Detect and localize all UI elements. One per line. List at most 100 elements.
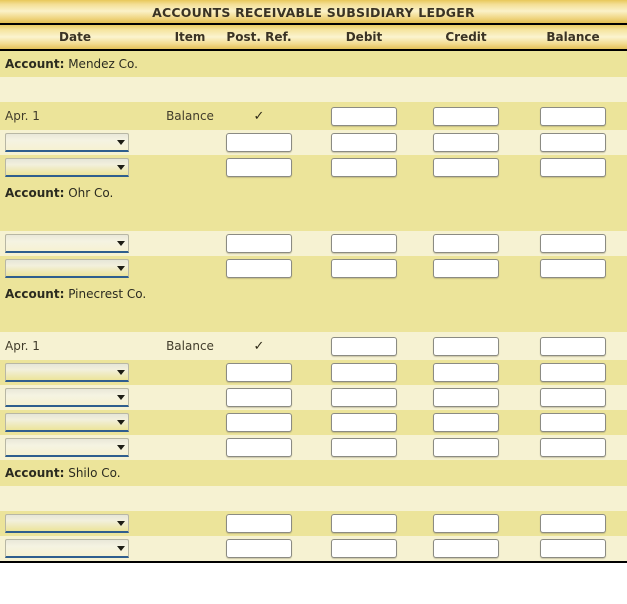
date-select[interactable] [5, 133, 129, 152]
column-header-debit: Debit [345, 30, 383, 44]
debit-input[interactable] [331, 234, 397, 253]
post-ref-input[interactable] [226, 234, 292, 253]
spacer-row [0, 77, 627, 102]
posted-checkmark-icon: ✓ [253, 338, 265, 354]
balance-input[interactable] [540, 158, 606, 177]
credit-input[interactable] [433, 133, 499, 152]
debit-cell [318, 155, 410, 180]
debit-input[interactable] [331, 259, 397, 278]
entry-row [0, 256, 627, 281]
post-ref-input[interactable] [226, 413, 292, 432]
date-cell [0, 536, 150, 561]
balance-cell [522, 155, 624, 180]
debit-input[interactable] [331, 133, 397, 152]
date-wrapper [5, 259, 129, 278]
debit-input[interactable] [331, 388, 397, 407]
post-ref-input[interactable] [226, 539, 292, 558]
date-select[interactable] [5, 234, 129, 253]
credit-input[interactable] [433, 388, 499, 407]
post-ref-input[interactable] [226, 259, 292, 278]
date-cell [0, 410, 150, 435]
debit-cell [318, 360, 410, 385]
balance-input[interactable] [540, 106, 606, 126]
date-select[interactable] [5, 514, 129, 533]
entry-row [0, 435, 627, 460]
post-ref-input[interactable] [226, 514, 292, 533]
post-ref-input[interactable] [226, 438, 292, 457]
post-ref-input[interactable] [226, 388, 292, 407]
date-select[interactable] [5, 363, 129, 382]
balance-input[interactable] [540, 234, 606, 253]
post-ref-cell [218, 435, 300, 460]
credit-input[interactable] [433, 336, 499, 356]
credit-cell [420, 536, 512, 561]
spacer-row [0, 486, 627, 511]
date-cell [0, 385, 150, 410]
balance-input[interactable] [540, 514, 606, 533]
post-ref-cell: ✓ [218, 102, 300, 130]
balance-input[interactable] [540, 259, 606, 278]
date-select[interactable] [5, 438, 129, 457]
credit-input[interactable] [433, 413, 499, 432]
credit-input[interactable] [433, 514, 499, 533]
date-select[interactable] [5, 413, 129, 432]
debit-input[interactable] [331, 438, 397, 457]
spacer-row [0, 307, 627, 332]
date-wrapper [5, 388, 129, 407]
item-text: Balance [166, 339, 214, 353]
credit-input[interactable] [433, 539, 499, 558]
balance-input[interactable] [540, 133, 606, 152]
balance-cell [522, 130, 624, 155]
balance-cell [522, 332, 624, 360]
date-select[interactable] [5, 158, 129, 177]
date-cell [0, 511, 150, 536]
date-cell [0, 155, 150, 180]
balance-input[interactable] [540, 336, 606, 356]
account-name: Ohr Co. [64, 186, 114, 200]
credit-input[interactable] [433, 158, 499, 177]
balance-input[interactable] [540, 438, 606, 457]
credit-input[interactable] [433, 259, 499, 278]
entry-row [0, 511, 627, 536]
credit-input[interactable] [433, 106, 499, 126]
debit-input[interactable] [331, 539, 397, 558]
credit-input[interactable] [433, 363, 499, 382]
balance-input[interactable] [540, 363, 606, 382]
posted-checkmark-icon: ✓ [253, 108, 265, 124]
date-select[interactable] [5, 259, 129, 278]
date-select[interactable] [5, 539, 129, 558]
balance-cell [522, 410, 624, 435]
debit-input[interactable] [331, 413, 397, 432]
post-ref-input[interactable] [226, 363, 292, 382]
debit-input[interactable] [331, 106, 397, 126]
account-name: Pinecrest Co. [64, 287, 147, 301]
post-ref-input[interactable] [226, 133, 292, 152]
ledger-body: Account: Mendez Co. Apr. 1 Balance ✓ Account… [0, 51, 627, 561]
balance-input[interactable] [540, 413, 606, 432]
credit-cell [420, 360, 512, 385]
date-wrapper [5, 234, 129, 253]
credit-input[interactable] [433, 438, 499, 457]
debit-input[interactable] [331, 514, 397, 533]
debit-input[interactable] [331, 158, 397, 177]
debit-cell [318, 536, 410, 561]
credit-cell [420, 385, 512, 410]
debit-input[interactable] [331, 363, 397, 382]
date-select[interactable] [5, 388, 129, 407]
balance-input[interactable] [540, 388, 606, 407]
date-cell [0, 360, 150, 385]
account-heading-row: Account: Ohr Co. [0, 180, 627, 206]
balance-row: Apr. 1 Balance ✓ [0, 102, 627, 130]
balance-cell [522, 511, 624, 536]
balance-input[interactable] [540, 539, 606, 558]
debit-input[interactable] [331, 336, 397, 356]
credit-cell [420, 231, 512, 256]
post-ref-cell [218, 256, 300, 281]
debit-cell [318, 332, 410, 360]
post-ref-input[interactable] [226, 158, 292, 177]
table-bottom-rule [0, 561, 627, 563]
credit-input[interactable] [433, 234, 499, 253]
credit-cell [420, 511, 512, 536]
column-header-balance: Balance [546, 30, 600, 44]
account-label: Account: [5, 186, 65, 200]
